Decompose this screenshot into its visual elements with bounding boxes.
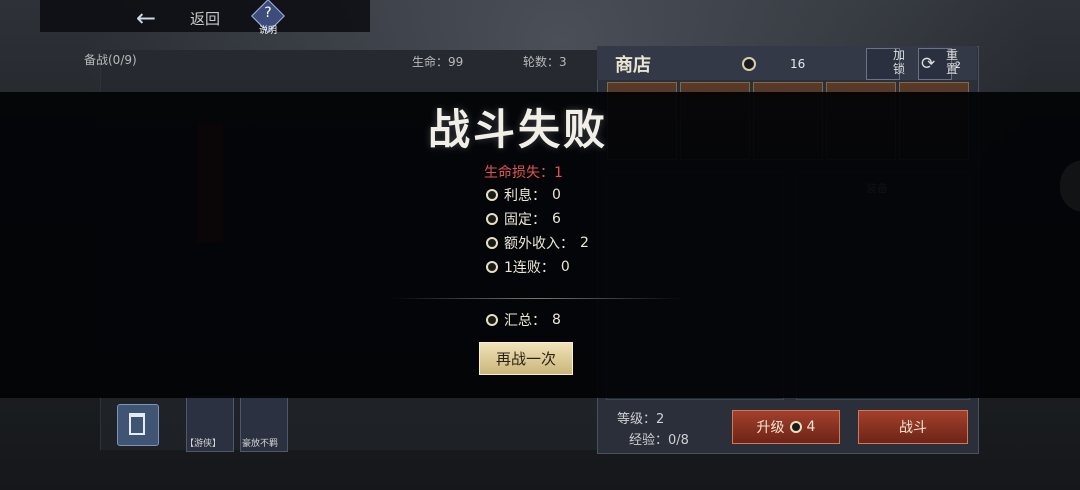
refresh-icon[interactable]: ⟳ <box>921 54 935 74</box>
row-value: 0 <box>552 187 561 203</box>
upgrade-label: 升级 <box>756 420 785 436</box>
trait-label: 【游侠】 <box>185 439 222 449</box>
round-counter: 轮数：3 <box>523 55 567 69</box>
coin-icon <box>742 57 756 71</box>
upgrade-button[interactable]: 升级 4 <box>732 410 840 444</box>
row-value: 0 <box>560 259 570 275</box>
row-value: 6 <box>552 211 561 227</box>
total-value: 8 <box>552 312 561 328</box>
reset-cost: 2 <box>955 61 961 71</box>
exp-text: 经验：0/8 <box>629 433 689 448</box>
trash-icon <box>129 413 145 435</box>
battle-button[interactable]: 战斗 <box>858 410 968 444</box>
battle-label: 战斗 <box>899 420 927 436</box>
income-row-losing-streak: 1连败： 0 <box>486 257 570 277</box>
coin-icon <box>486 261 498 273</box>
total-label: 汇总： <box>504 313 546 329</box>
row-label: 额外收入： <box>504 236 574 252</box>
shop-title: 商店 <box>615 55 651 76</box>
coin-icon <box>789 421 802 433</box>
income-row-extra: 额外收入： 2 <box>486 233 589 253</box>
trait-label: 豪放不羁 <box>242 439 279 449</box>
retry-button[interactable]: 再战一次 <box>479 342 573 375</box>
row-label: 利息： <box>504 188 546 204</box>
row-label: 固定： <box>504 212 546 228</box>
hp-counter: 生命：99 <box>412 55 464 69</box>
divider <box>392 298 682 299</box>
gold-amount: 16 <box>790 57 806 71</box>
income-row-fixed: 固定： 6 <box>486 209 561 229</box>
row-label: 1连败： <box>504 260 555 276</box>
bench-count: 备战(0/9) <box>84 53 137 67</box>
row-value: 2 <box>580 235 589 251</box>
income-total-row: 汇总： 8 <box>486 310 561 330</box>
help-label[interactable]: 说明 <box>259 23 277 36</box>
sell-button[interactable] <box>117 404 159 446</box>
defeat-title: 战斗失败 <box>428 105 609 154</box>
level-text: 等级：2 <box>617 412 665 427</box>
coin-icon <box>486 189 498 201</box>
lock-label[interactable]: 加锁 <box>893 48 909 76</box>
upgrade-cost: 4 <box>806 419 816 435</box>
coin-icon <box>486 213 498 225</box>
coin-icon <box>486 237 498 249</box>
coin-icon <box>486 314 498 326</box>
help-glyph: ? <box>264 5 272 21</box>
income-row-interest: 利息： 0 <box>486 185 561 205</box>
back-button[interactable]: 返回 <box>190 8 220 29</box>
hp-loss-text: 生命损失：1 <box>484 165 563 181</box>
back-arrow-icon[interactable]: ← <box>136 4 156 32</box>
